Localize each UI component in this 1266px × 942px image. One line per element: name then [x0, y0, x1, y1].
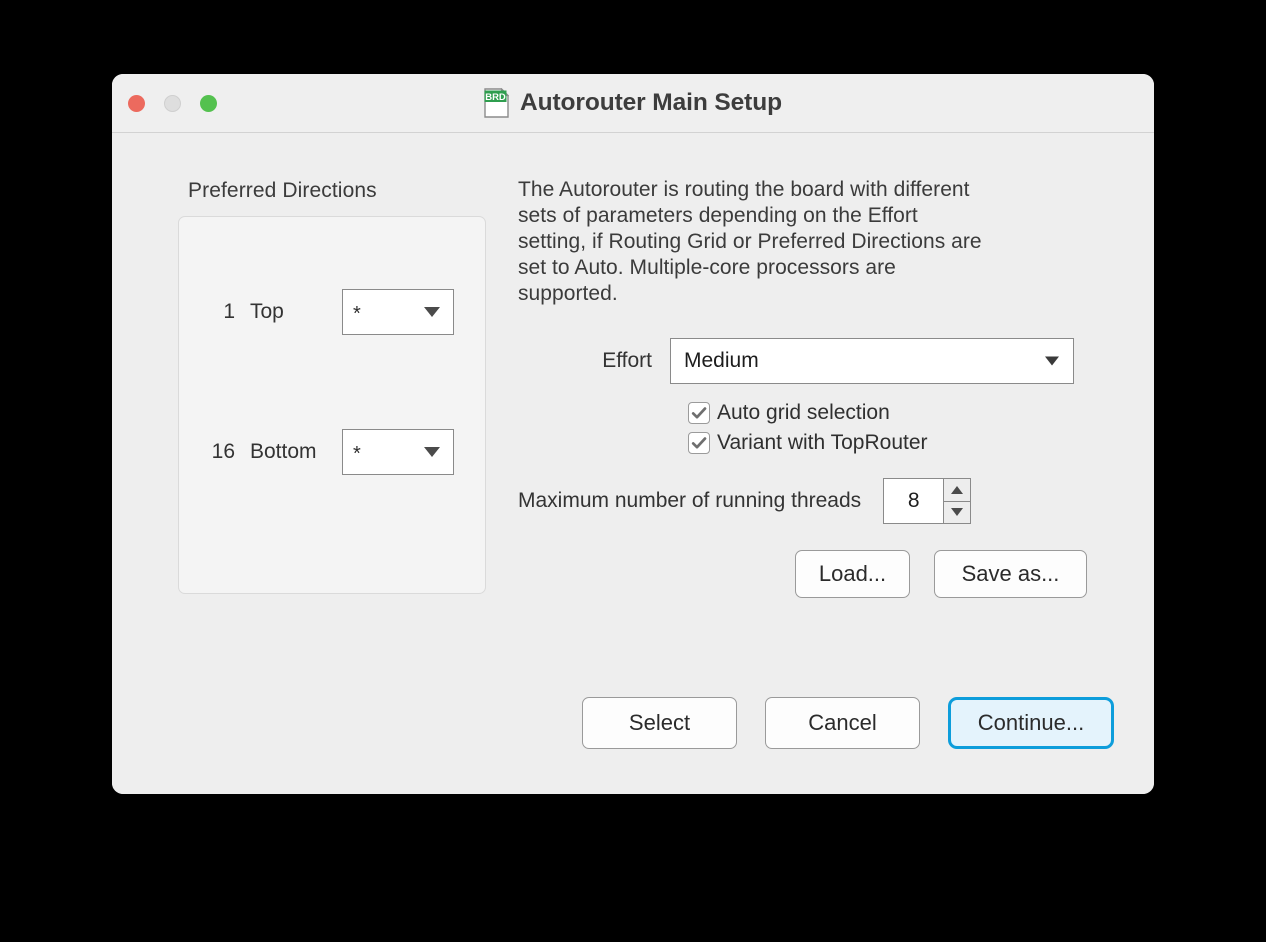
checkbox-label: Auto grid selection: [717, 401, 890, 424]
cancel-button[interactable]: Cancel: [765, 697, 920, 749]
effort-select[interactable]: Medium: [670, 338, 1074, 384]
layer-name: Top: [250, 300, 284, 323]
window-title: Autorouter Main Setup: [520, 89, 782, 116]
window-titlebar: BRD Autorouter Main Setup: [112, 74, 1154, 133]
direction-select-top[interactable]: *: [342, 289, 454, 335]
chevron-down-icon: [951, 508, 964, 517]
maximize-window-button[interactable]: [200, 95, 217, 112]
select-button[interactable]: Select: [582, 697, 737, 749]
direction-select-bottom[interactable]: *: [342, 429, 454, 475]
checkmark-icon: [688, 432, 710, 454]
effort-row: Effort Medium: [518, 338, 1108, 384]
layer-row-top: 1 Top *: [179, 289, 485, 335]
preferred-directions-groupbox: 1 Top * 16 Bottom *: [178, 216, 486, 594]
layer-name: Bottom: [250, 440, 317, 463]
close-window-button[interactable]: [128, 95, 145, 112]
direction-value: *: [353, 443, 361, 465]
threads-label: Maximum number of running threads: [518, 489, 862, 512]
window-controls: [128, 95, 217, 112]
minimize-window-button[interactable]: [164, 95, 181, 112]
preferred-directions-title: Preferred Directions: [188, 179, 377, 202]
layer-row-bottom: 16 Bottom *: [179, 429, 485, 475]
svg-text:BRD: BRD: [485, 92, 506, 103]
effort-value: Medium: [684, 349, 759, 372]
checkbox-label: Variant with TopRouter: [717, 431, 928, 454]
layer-number: 16: [211, 440, 235, 463]
chevron-down-icon: [424, 447, 440, 457]
save-as-button[interactable]: Save as...: [934, 550, 1087, 598]
dialog-content: Preferred Directions 1 Top * 16 Bottom *…: [112, 133, 1154, 794]
stepper-decrement-button[interactable]: [944, 502, 970, 524]
effort-label: Effort: [602, 349, 652, 372]
chevron-up-icon: [951, 485, 964, 494]
layer-number: 1: [223, 300, 235, 323]
brd-document-icon: BRD: [484, 87, 510, 118]
desktop-background: BRD Autorouter Main Setup Preferred Dire…: [0, 0, 1266, 942]
checkbox-group: Auto grid selection Variant with TopRout…: [688, 398, 1108, 458]
autorouter-main-setup-window: BRD Autorouter Main Setup Preferred Dire…: [112, 74, 1154, 794]
stepper-increment-button[interactable]: [944, 479, 971, 502]
stepper-buttons: [943, 479, 971, 524]
preset-buttons: Load... Save as...: [795, 550, 1108, 598]
load-button[interactable]: Load...: [795, 550, 910, 598]
direction-value: *: [353, 303, 361, 325]
checkbox-variant-with-toprouter[interactable]: Variant with TopRouter: [688, 428, 1108, 458]
continue-button[interactable]: Continue...: [948, 697, 1114, 749]
window-title-group: BRD Autorouter Main Setup: [112, 74, 1154, 132]
checkbox-auto-grid-selection[interactable]: Auto grid selection: [688, 398, 1108, 428]
chevron-down-icon: [424, 307, 440, 317]
checkmark-icon: [688, 402, 710, 424]
description-text: The Autorouter is routing the board with…: [518, 178, 982, 305]
threads-stepper[interactable]: 8: [883, 478, 972, 524]
threads-row: Maximum number of running threads 8: [518, 478, 1108, 524]
threads-value[interactable]: 8: [884, 479, 944, 523]
dialog-footer: Select Cancel Continue...: [582, 697, 1114, 749]
settings-section: The Autorouter is routing the board with…: [518, 177, 1108, 598]
chevron-down-icon: [1045, 356, 1059, 366]
preferred-directions-section: Preferred Directions 1 Top * 16 Bottom *: [178, 179, 552, 594]
